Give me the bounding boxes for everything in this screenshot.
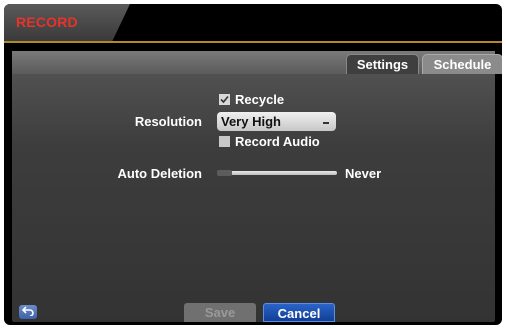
recycle-row[interactable]: Recycle bbox=[219, 92, 284, 107]
save-button[interactable]: Save bbox=[184, 303, 256, 322]
record-audio-checkbox[interactable] bbox=[219, 136, 230, 147]
auto-deletion-value: Never bbox=[345, 166, 382, 181]
resolution-label: Resolution bbox=[134, 114, 202, 129]
auto-deletion-label: Auto Deletion bbox=[117, 166, 203, 181]
cancel-button[interactable]: Cancel bbox=[263, 303, 335, 322]
checkmark-icon bbox=[220, 95, 229, 104]
tab-schedule[interactable]: Schedule bbox=[422, 54, 502, 74]
auto-deletion-slider[interactable] bbox=[217, 171, 337, 175]
recycle-label: Recycle bbox=[235, 92, 285, 107]
auto-deletion-slider-handle[interactable] bbox=[217, 170, 232, 176]
record-audio-row[interactable]: Record Audio bbox=[219, 134, 320, 149]
resolution-value: Very High bbox=[221, 114, 281, 129]
window-title: RECORD bbox=[16, 14, 78, 30]
record-dialog: RECORD Settings Schedule Recycle Resolut… bbox=[4, 4, 502, 325]
record-audio-label: Record Audio bbox=[235, 134, 320, 149]
settings-panel: Settings Schedule Recycle Resolution Ver… bbox=[12, 51, 502, 322]
tab-settings[interactable]: Settings bbox=[346, 54, 419, 74]
recycle-checkbox[interactable] bbox=[219, 94, 230, 105]
resolution-select[interactable]: Very High bbox=[217, 112, 336, 131]
tab-bar: Settings Schedule bbox=[12, 51, 502, 74]
back-arrow-icon bbox=[21, 306, 34, 317]
title-divider bbox=[4, 41, 502, 43]
chevron-down-icon bbox=[323, 122, 329, 124]
back-button[interactable] bbox=[19, 305, 37, 319]
